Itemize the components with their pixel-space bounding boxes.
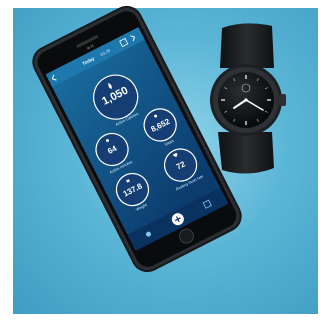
watch-crown bbox=[279, 94, 286, 106]
product-photo: Today 03.29 1,050 Active Calories 64 Act… bbox=[0, 0, 331, 324]
smartphone-graphic: Today 03.29 1,050 Active Calories 64 Act… bbox=[32, 5, 242, 273]
smartphone: Today 03.29 1,050 Active Calories 64 Act… bbox=[30, 5, 245, 273]
